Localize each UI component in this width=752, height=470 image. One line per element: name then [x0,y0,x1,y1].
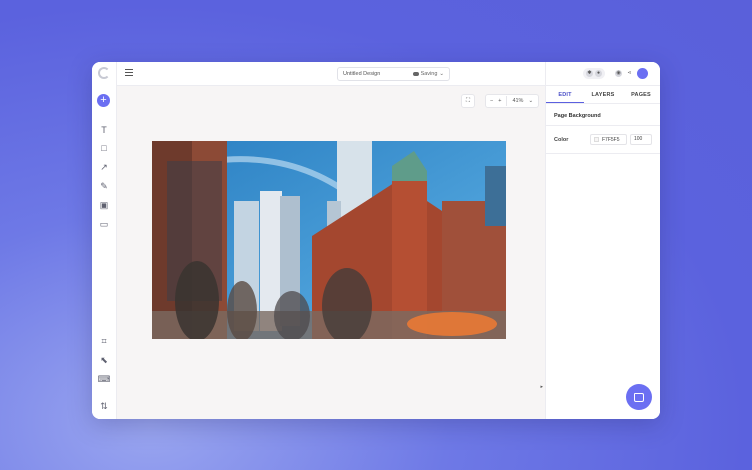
crop-tool-icon[interactable]: ⌗ [97,334,111,348]
collab-pill: ✱ ● [583,68,605,79]
top-right-icons: ✱ ● ◉ ⋖ [583,68,658,79]
shape-tool-icon[interactable]: □ [97,141,111,155]
chat-icon [634,392,644,402]
menu-icon[interactable] [125,69,133,77]
fit-screen-icon[interactable]: ⛶ [461,94,475,108]
add-element-button[interactable]: + [97,94,110,107]
zoom-chevron-icon[interactable]: ⌄ [528,98,533,104]
page-background-title: Page Background [546,104,660,126]
panel-tabs: EDIT LAYERS PAGES [546,86,660,104]
undo-icon[interactable]: ✱ [586,70,593,77]
share-icon[interactable]: ⋖ [626,70,633,77]
select-tool-icon[interactable]: ⬉ [97,353,111,367]
arrow-tool-icon[interactable]: ↗ [97,160,111,174]
zoom-out-button[interactable]: − [490,98,493,104]
tab-pages[interactable]: PAGES [622,86,660,103]
pen-tool-icon[interactable]: ✎ [97,179,111,193]
design-title-box[interactable]: Untitled Design Saving ⌄ [337,67,450,81]
chat-support-button[interactable] [626,384,652,410]
zoom-in-button[interactable]: + [498,98,501,104]
city-street-image [152,141,506,339]
properties-panel: EDIT LAYERS PAGES Page Background Color … [545,86,660,419]
opacity-input[interactable]: 100 [630,134,652,145]
canvas-photo[interactable] [152,141,506,339]
save-status: Saving ⌄ [412,71,444,77]
keyboard-icon[interactable]: ⌨ [97,372,111,386]
comment-icon[interactable]: ● [595,70,602,77]
frame-tool-icon[interactable]: ▭ [97,217,111,231]
chevron-down-icon[interactable]: ⌄ [439,71,444,77]
color-swatch[interactable] [594,137,599,142]
color-label: Color [554,136,569,143]
top-bar: Untitled Design Saving ⌄ [117,62,545,86]
tab-edit[interactable]: EDIT [546,86,584,103]
color-hex-value[interactable]: F7F5F5 [602,137,620,143]
design-title[interactable]: Untitled Design [343,71,380,77]
zoom-control: − + 41% ⌄ [485,94,539,108]
app-logo-icon[interactable] [98,67,110,79]
collapse-panel-icon[interactable]: ▸ [540,384,543,390]
text-tool-icon[interactable]: T [97,123,111,137]
left-toolbar: + T □ ↗ ✎ ▣ ▭ ⌗ ⬉ ⌨ ⇅ [92,62,117,419]
color-hex-input[interactable]: F7F5F5 [590,134,627,145]
right-top-bar: ✱ ● ◉ ⋖ [545,62,660,86]
settings-tool-icon[interactable]: ⇅ [97,399,111,413]
avatar[interactable] [637,68,648,79]
canvas-area[interactable]: ⛶ − + 41% ⌄ [117,86,545,419]
editor-window: + T □ ↗ ✎ ▣ ▭ ⌗ ⬉ ⌨ ⇅ Untitled Design Sa… [92,62,660,419]
cloud-icon [412,72,419,76]
zoom-divider [506,96,508,106]
save-status-label: Saving [420,71,438,77]
tab-layers[interactable]: LAYERS [584,86,622,103]
image-tool-icon[interactable]: ▣ [97,198,111,212]
zoom-level[interactable]: 41% [512,98,523,104]
color-row: Color F7F5F5 100 [546,126,660,154]
preview-icon[interactable]: ◉ [615,70,622,77]
